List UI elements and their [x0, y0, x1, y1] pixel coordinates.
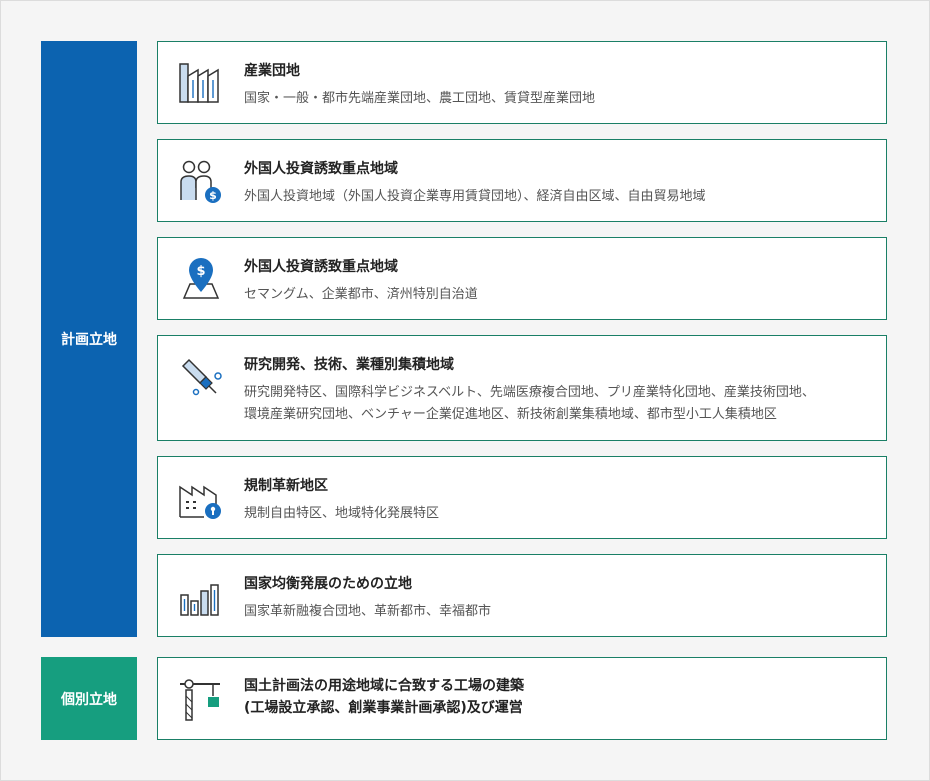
- card-description: 国家・一般・都市先端産業団地、農工団地、賃貸型産業団地: [244, 88, 595, 110]
- location-dollar-icon: $: [182, 258, 220, 299]
- card-regulatory-innovation: 規制革新地区 規制自由特区、地域特化発展特区: [157, 456, 887, 539]
- card-description: セマングム、企業都市、済州特別自治道: [244, 284, 478, 306]
- investor-people-icon: $: [180, 160, 221, 203]
- card-rnd-cluster: 研究開発、技術、業種別集積地域 研究開発特区、国際科学ビジネスベルト、先端医療複…: [157, 335, 887, 441]
- title-line: 国土計画法の用途地域に合致する工場の建築: [244, 678, 524, 694]
- construction-crane-icon: [180, 679, 220, 721]
- title-line: (工場設立承認、創業事業計画承認)及び運営: [244, 700, 523, 716]
- balanced-bars-icon: [180, 584, 219, 616]
- card-individual-factory: 国土計画法の用途地域に合致する工場の建築 (工場設立承認、創業事業計画承認)及び…: [157, 657, 887, 740]
- research-pipette-icon: [181, 358, 222, 396]
- card-title: 産業団地: [244, 63, 300, 79]
- card-title: 外国人投資誘致重点地域: [244, 161, 398, 177]
- desc-line: 国家革新融複合団地、革新都市、幸福都市: [244, 604, 492, 619]
- card-description: 外国人投資地域（外国人投資企業専用賃貸団地）、経済自由区域、自由貿易地域: [244, 186, 706, 208]
- card-foreign-investment-1: $ 外国人投資誘致重点地域 外国人投資地域（外国人投資企業専用賃貸団地）、経済自…: [157, 139, 887, 222]
- card-title: 国土計画法の用途地域に合致する工場の建築 (工場設立承認、創業事業計画承認)及び…: [244, 675, 524, 719]
- section-label: 個別立地: [61, 691, 117, 708]
- desc-line: 環境産業研究団地、ベンチャー企業促進地区、新技術創業集積地域、都市型小工人集積地…: [244, 407, 777, 422]
- card-title: 国家均衡発展のための立地: [244, 576, 412, 592]
- card-title: 規制革新地区: [244, 478, 328, 494]
- svg-text:$: $: [196, 264, 205, 279]
- section-individual-location: 個別立地: [41, 657, 137, 740]
- factory-lock-icon: [179, 485, 221, 519]
- card-description: 国家革新融複合団地、革新都市、幸福都市: [244, 601, 491, 623]
- desc-line: 規制自由特区、地域特化発展特区: [244, 506, 440, 521]
- card-description: 規制自由特区、地域特化発展特区: [244, 503, 439, 525]
- card-balanced-development: 国家均衡発展のための立地 国家革新融複合団地、革新都市、幸福都市: [157, 554, 887, 637]
- desc-line: 国家・一般・都市先端産業団地、農工団地、賃貸型産業団地: [244, 91, 596, 106]
- card-description: 研究開発特区、国際科学ビジネスベルト、先端医療複合団地、プリ産業特化団地、産業技…: [244, 382, 815, 426]
- card-title: 外国人投資誘致重点地域: [244, 259, 398, 275]
- card-industrial-complex: 産業団地 国家・一般・都市先端産業団地、農工団地、賃貸型産業団地: [157, 41, 887, 124]
- svg-text:$: $: [209, 189, 217, 202]
- desc-line: 研究開発特区、国際科学ビジネスベルト、先端医療複合団地、プリ産業特化団地、産業技…: [244, 385, 815, 400]
- card-title: 研究開発、技術、業種別集積地域: [244, 357, 454, 373]
- industrial-building-icon: [179, 63, 219, 103]
- desc-line: セマングム、企業都市、済州特別自治道: [244, 287, 478, 302]
- desc-line: 外国人投資地域（外国人投資企業専用賃貸団地）、経済自由区域、自由貿易地域: [244, 189, 706, 204]
- section-planned-location: 計画立地: [41, 41, 137, 637]
- card-foreign-investment-2: $ 外国人投資誘致重点地域 セマングム、企業都市、済州特別自治道: [157, 237, 887, 320]
- section-label: 計画立地: [61, 332, 117, 348]
